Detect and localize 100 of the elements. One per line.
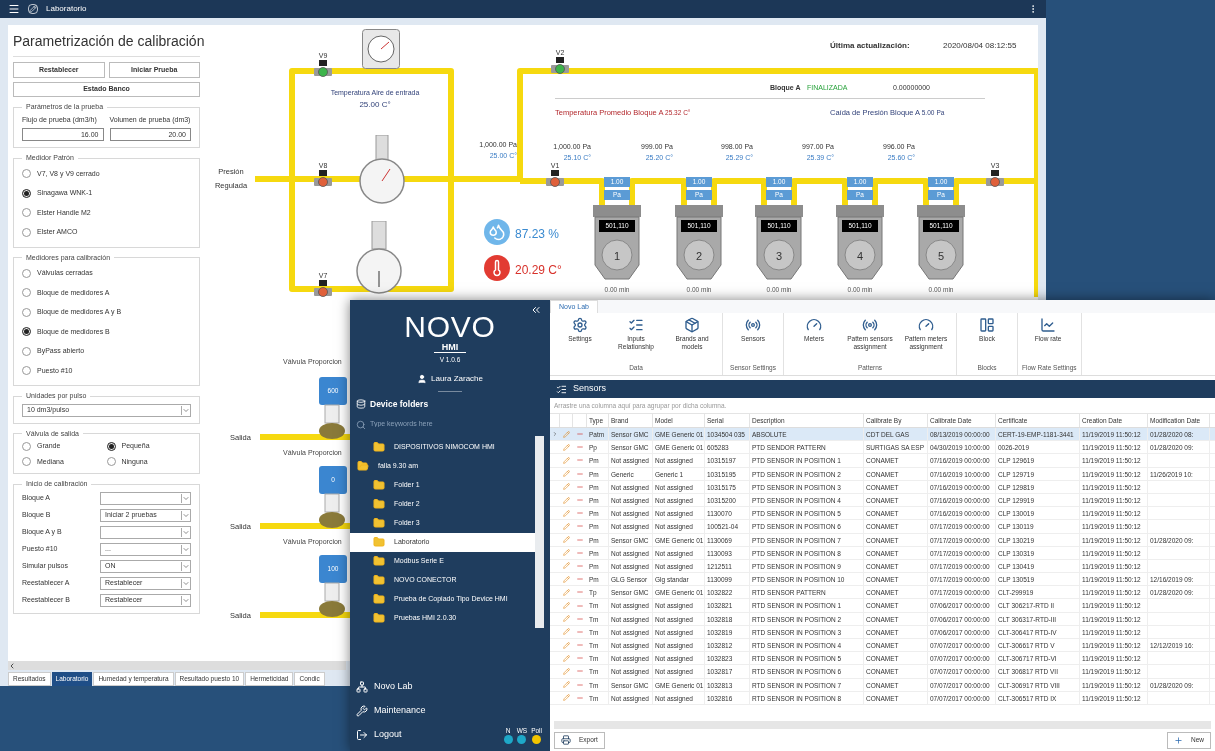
radio-button[interactable] xyxy=(106,441,116,451)
radio-button[interactable] xyxy=(22,307,31,317)
edit-icon[interactable] xyxy=(563,628,570,636)
meter-number: 5 xyxy=(936,249,946,264)
radio-button[interactable] xyxy=(22,268,31,278)
nav-link[interactable]: Maintenance xyxy=(350,699,432,723)
edit-icon[interactable] xyxy=(563,641,570,649)
edit-icon[interactable] xyxy=(563,588,570,596)
network-icon xyxy=(356,681,368,693)
folder-icon xyxy=(372,574,386,586)
edit-icon[interactable] xyxy=(563,536,570,544)
radio-button[interactable] xyxy=(22,169,31,179)
chevron-down-icon xyxy=(181,493,190,503)
chevron-down-icon xyxy=(181,405,190,415)
edit-icon[interactable] xyxy=(563,681,570,689)
meter-number: 4 xyxy=(855,249,865,264)
list-icon xyxy=(628,317,644,333)
humidity-icon xyxy=(484,219,510,245)
logout-icon xyxy=(356,729,368,741)
last-update-label: Última actualización: xyxy=(830,40,910,52)
row-pointer-icon xyxy=(552,431,558,438)
radio-button[interactable] xyxy=(22,208,31,218)
pen-icon xyxy=(28,4,38,14)
edit-icon[interactable] xyxy=(563,456,570,464)
tools-icon xyxy=(356,705,368,717)
folder-tree-icon xyxy=(356,399,366,410)
radio-button[interactable] xyxy=(22,366,31,376)
pressure-gauge-drawing xyxy=(359,135,405,205)
panel-title: Sensors xyxy=(573,382,607,396)
folder-icon xyxy=(372,612,386,624)
scroll-left-icon[interactable] xyxy=(8,661,16,670)
search-icon xyxy=(356,419,366,430)
thermometer-icon xyxy=(484,255,510,281)
inlet-air-value: 25.00 C° xyxy=(359,98,391,111)
menu-icon[interactable] xyxy=(8,3,20,15)
radio-button[interactable] xyxy=(106,457,116,467)
edit-icon[interactable] xyxy=(563,483,570,491)
temperature-value: 20.29 C° xyxy=(515,262,562,279)
logo-subtitle: HMI xyxy=(433,342,467,353)
edit-icon[interactable] xyxy=(563,470,570,478)
line-chart-icon xyxy=(1040,317,1056,333)
humidity-value: 87.23 % xyxy=(515,226,560,243)
folder-icon xyxy=(372,517,386,529)
nav-link[interactable]: Logout xyxy=(350,723,408,747)
folder-icon xyxy=(372,555,386,567)
chevron-down-icon xyxy=(181,527,190,537)
pressure-gauge-drawing xyxy=(362,29,400,69)
chevron-down-icon xyxy=(181,510,190,520)
radio-button[interactable] xyxy=(22,327,31,337)
edit-icon[interactable] xyxy=(563,667,570,675)
edit-icon[interactable] xyxy=(563,694,570,702)
radio-button[interactable] xyxy=(22,227,31,237)
folder-icon xyxy=(372,498,386,510)
chevron-down-icon xyxy=(181,578,190,588)
printer-icon xyxy=(561,735,571,745)
signal-icon xyxy=(862,317,878,333)
edit-icon[interactable] xyxy=(563,430,570,438)
logo-text: NOVO xyxy=(404,312,496,342)
folder-icon xyxy=(372,593,386,605)
meter-number: 1 xyxy=(612,249,622,264)
proportional-valve-drawing xyxy=(317,377,347,439)
edit-icon[interactable] xyxy=(563,509,570,517)
radio-button[interactable] xyxy=(22,288,31,298)
plus-icon xyxy=(1174,735,1183,745)
radio-button[interactable] xyxy=(22,188,31,198)
panel-icon xyxy=(979,317,995,333)
folder-icon xyxy=(372,536,386,548)
proportional-valve-drawing xyxy=(317,555,347,617)
radio-button[interactable] xyxy=(22,457,31,467)
section-title: Device folders xyxy=(370,397,429,411)
folder-icon xyxy=(372,479,386,491)
dropdown[interactable] xyxy=(100,491,191,505)
edit-icon[interactable] xyxy=(563,575,570,583)
user-name: Laura Zarache xyxy=(431,372,483,385)
edit-icon[interactable] xyxy=(563,522,570,530)
box-icon xyxy=(684,317,700,333)
dropdown[interactable] xyxy=(100,525,191,539)
edit-icon[interactable] xyxy=(563,615,570,623)
meter-number: 2 xyxy=(694,249,704,264)
folder-icon xyxy=(372,441,386,453)
user-icon xyxy=(417,373,427,384)
meter-number: 3 xyxy=(774,249,784,264)
radio-button[interactable] xyxy=(22,346,31,356)
edit-icon[interactable] xyxy=(563,443,570,451)
proportional-valve-drawing xyxy=(317,466,347,528)
window-title: Laboratorio xyxy=(46,3,87,15)
gauge-icon xyxy=(806,317,822,333)
gear-icon xyxy=(572,317,588,333)
list-icon xyxy=(556,383,567,395)
gauge-icon xyxy=(918,317,934,333)
nav-link[interactable]: Novo Lab xyxy=(350,675,419,699)
edit-icon[interactable] xyxy=(563,654,570,662)
chevron-down-icon xyxy=(181,595,190,605)
last-update-value: 2020/08/04 08:12:55 xyxy=(943,40,1017,52)
edit-icon[interactable] xyxy=(563,549,570,557)
collapse-icon[interactable] xyxy=(530,304,542,316)
radio-button[interactable] xyxy=(22,441,31,451)
edit-icon[interactable] xyxy=(563,602,570,610)
edit-icon[interactable] xyxy=(563,562,570,570)
edit-icon[interactable] xyxy=(563,496,570,504)
